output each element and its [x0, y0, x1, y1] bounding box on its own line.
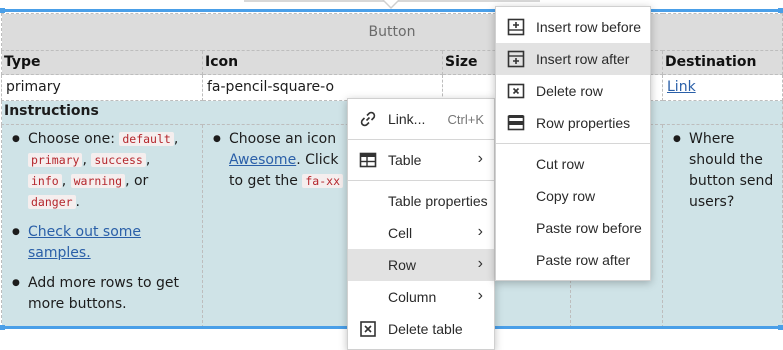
menu-item-label: Table properties [388, 193, 488, 209]
menu-item-insert-row-after[interactable]: Insert row after [496, 43, 650, 75]
header-destination[interactable]: Destination [661, 50, 783, 75]
menu-item-delete-row[interactable]: Delete row [496, 75, 650, 107]
row-submenu: Insert row before Insert row after Delet… [495, 6, 651, 281]
menu-item-label: Link... [388, 111, 426, 127]
menu-item-label: Row [388, 257, 417, 273]
menu-item-link[interactable]: Link... Ctrl+K [348, 103, 494, 135]
icon-instructions-text: Choose an icon [229, 131, 337, 147]
menu-item-label: Copy row [536, 188, 596, 204]
table-header-row[interactable]: Type Icon Size Destination [1, 50, 783, 75]
choose-one-text: Choose one: [28, 131, 115, 147]
menu-item-label: Table [388, 152, 422, 168]
selection-handle[interactable] [0, 325, 5, 330]
cell-destination[interactable]: Link [661, 74, 783, 101]
chevron-right-icon: › [477, 287, 483, 304]
instructions-type-cell[interactable]: Choose one: default, primary, success, i… [1, 124, 203, 328]
menu-item-label: Delete row [536, 83, 603, 99]
table-context-menu: Link... Ctrl+K Table › Table properties … [347, 98, 495, 350]
option-chip: warning [70, 174, 126, 188]
menu-item-copy-row[interactable]: Copy row [496, 180, 650, 212]
menu-item-cut-row[interactable]: Cut row [496, 148, 650, 180]
icon-instructions-text: . Click [296, 152, 339, 168]
option-chip: primary [28, 153, 83, 167]
option-chip: success [91, 153, 146, 167]
cell-icon[interactable]: fa-pencil-square-o [202, 74, 443, 101]
insert-row-before-icon [507, 18, 525, 36]
menu-divider [348, 139, 494, 140]
list-item: Where should the button send users? [673, 129, 778, 213]
font-awesome-link[interactable]: Awesome [229, 152, 296, 168]
shortcut-label: Ctrl+K [447, 111, 484, 127]
separator: , or [125, 173, 149, 189]
menu-item-column[interactable]: Column › [348, 281, 494, 313]
menu-item-label: Paste row before [536, 220, 642, 236]
row-properties-icon [507, 115, 525, 131]
selection-outline-top [2, 9, 781, 12]
menu-item-paste-row-before[interactable]: Paste row before [496, 212, 650, 244]
menu-item-label: Cut row [536, 156, 585, 172]
menu-item-label: Paste row after [536, 252, 631, 268]
header-icon[interactable]: Icon [202, 50, 443, 75]
delete-table-icon [360, 321, 376, 337]
cell-type[interactable]: primary [1, 74, 203, 101]
menu-item-label: Row properties [536, 115, 631, 131]
icon-class-chip: fa-xx [302, 174, 343, 188]
menu-item-cell[interactable]: Cell › [348, 217, 494, 249]
menu-item-delete-table[interactable]: Delete table [348, 313, 494, 345]
menu-divider [496, 143, 650, 144]
selection-handle[interactable] [778, 325, 783, 330]
separator: , [82, 152, 87, 168]
menu-item-label: Insert row after [536, 51, 630, 67]
option-chip: danger [28, 195, 76, 209]
table-icon [359, 152, 377, 168]
menu-item-label: Insert row before [536, 19, 642, 35]
icon-instructions-text: to get the [229, 173, 298, 189]
list-item: Choose one: default, primary, success, i… [12, 129, 198, 213]
link-icon [360, 111, 376, 127]
menu-item-row-properties[interactable]: Row properties [496, 107, 650, 139]
insert-row-after-icon [507, 50, 525, 68]
separator: , [173, 131, 179, 147]
separator: , [145, 152, 151, 168]
separator: . [75, 194, 80, 210]
samples-link[interactable]: Check out some samples. [28, 224, 141, 261]
menu-item-row[interactable]: Row › [348, 249, 494, 281]
menu-item-insert-row-before[interactable]: Insert row before [496, 11, 650, 43]
menu-item-table-properties[interactable]: Table properties [348, 185, 494, 217]
chevron-right-icon: › [477, 223, 483, 240]
option-chip: info [28, 174, 62, 188]
delete-row-icon [507, 83, 525, 99]
list-item: Add more rows to get more buttons. [12, 273, 198, 315]
instructions-destination-cell[interactable]: Where should the button send users? [661, 124, 783, 328]
menu-divider [348, 180, 494, 181]
list-item: Check out some samples. [12, 222, 198, 264]
menu-item-label: Delete table [388, 321, 463, 337]
toolbar-pointer [382, 0, 400, 9]
separator: , [61, 173, 67, 189]
menu-item-table[interactable]: Table › [348, 144, 494, 176]
menu-item-label: Column [388, 289, 437, 305]
table-title[interactable]: Button [0, 13, 783, 51]
destination-link[interactable]: Link [667, 79, 696, 95]
chevron-right-icon: › [477, 150, 483, 167]
menu-item-paste-row-after[interactable]: Paste row after [496, 244, 650, 276]
table-row[interactable]: primary fa-pencil-square-o Link [1, 74, 783, 101]
header-type[interactable]: Type [1, 50, 203, 75]
option-chip: default [119, 132, 174, 146]
menu-item-label: Cell [388, 225, 413, 241]
table-title-row[interactable]: Button [0, 13, 783, 51]
chevron-right-icon: › [477, 255, 483, 272]
